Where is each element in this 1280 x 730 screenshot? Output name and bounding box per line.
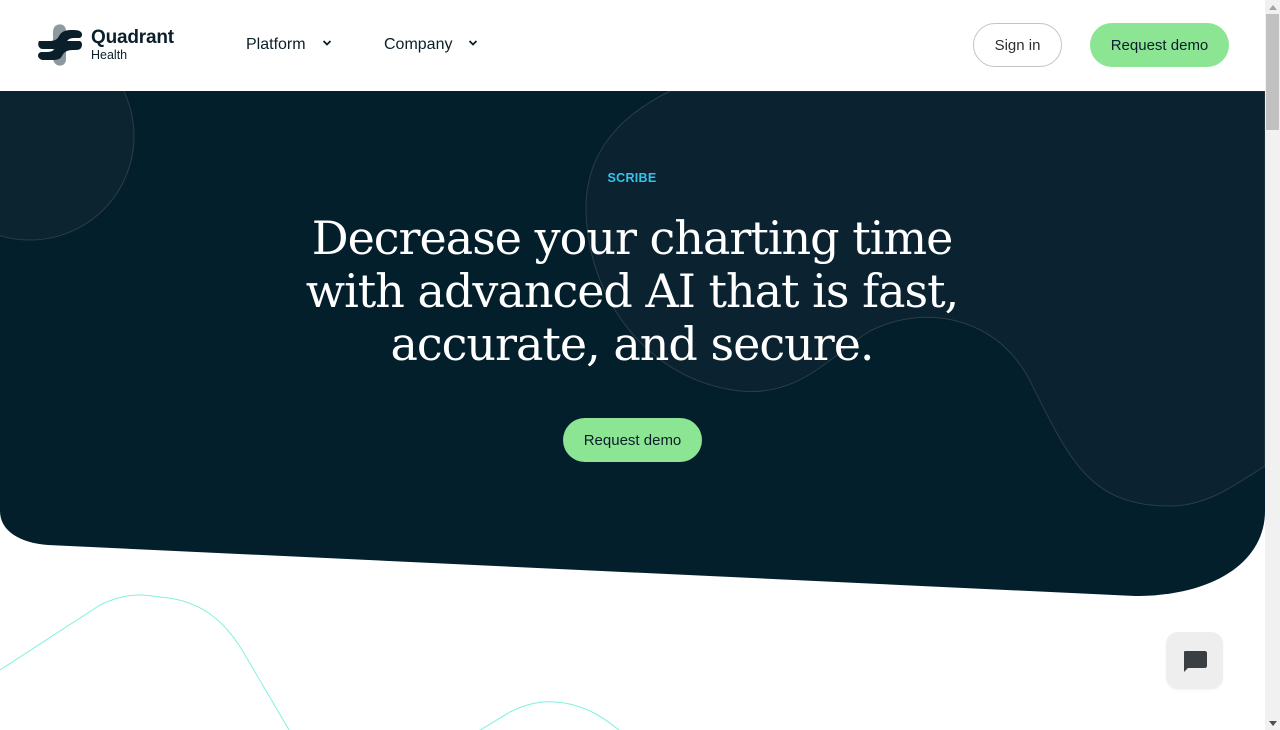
scroll-up-arrow[interactable] xyxy=(1265,0,1280,14)
arrow-down-icon xyxy=(1268,720,1277,726)
scrollbar-thumb[interactable] xyxy=(1266,14,1279,130)
arrow-up-icon xyxy=(1268,4,1277,10)
nav-company[interactable]: Company xyxy=(384,36,478,54)
nav-company-label: Company xyxy=(384,36,453,53)
chat-bubble-icon xyxy=(1183,650,1207,672)
chevron-down-icon xyxy=(469,40,478,46)
hero-headline: Decrease your charting time with advance… xyxy=(232,212,1032,371)
scrollbar[interactable] xyxy=(1265,0,1280,730)
quadrant-logo-icon xyxy=(38,24,83,66)
decor-wave xyxy=(479,701,620,730)
request-demo-hero-button[interactable]: Request demo xyxy=(563,418,702,462)
decor-wave xyxy=(0,594,290,730)
chevron-down-icon xyxy=(322,40,331,46)
sign-in-button[interactable]: Sign in xyxy=(973,23,1062,67)
headline-line: accurate, and secure. xyxy=(390,317,874,371)
headline-line: Decrease your charting time xyxy=(311,211,954,265)
scroll-down-arrow[interactable] xyxy=(1265,716,1280,730)
page: Quadrant Health Platform Company Sign in… xyxy=(0,0,1265,730)
decor-lines xyxy=(0,594,620,730)
request-demo-header-button[interactable]: Request demo xyxy=(1090,23,1229,67)
brand-sub: Health xyxy=(91,48,128,63)
brand-name: Quadrant xyxy=(91,27,174,49)
logo[interactable]: Quadrant Health xyxy=(35,23,174,67)
hero-section: SCRIBE Decrease your charting time with … xyxy=(0,91,1265,511)
site-header: Quadrant Health Platform Company Sign in… xyxy=(0,0,1265,91)
nav-platform[interactable]: Platform xyxy=(246,36,332,54)
product-badge: SCRIBE xyxy=(596,163,668,193)
chat-widget-button[interactable] xyxy=(1166,632,1223,689)
nav-platform-label: Platform xyxy=(246,36,306,53)
headline-line: with advanced AI that is fast, xyxy=(305,264,960,318)
